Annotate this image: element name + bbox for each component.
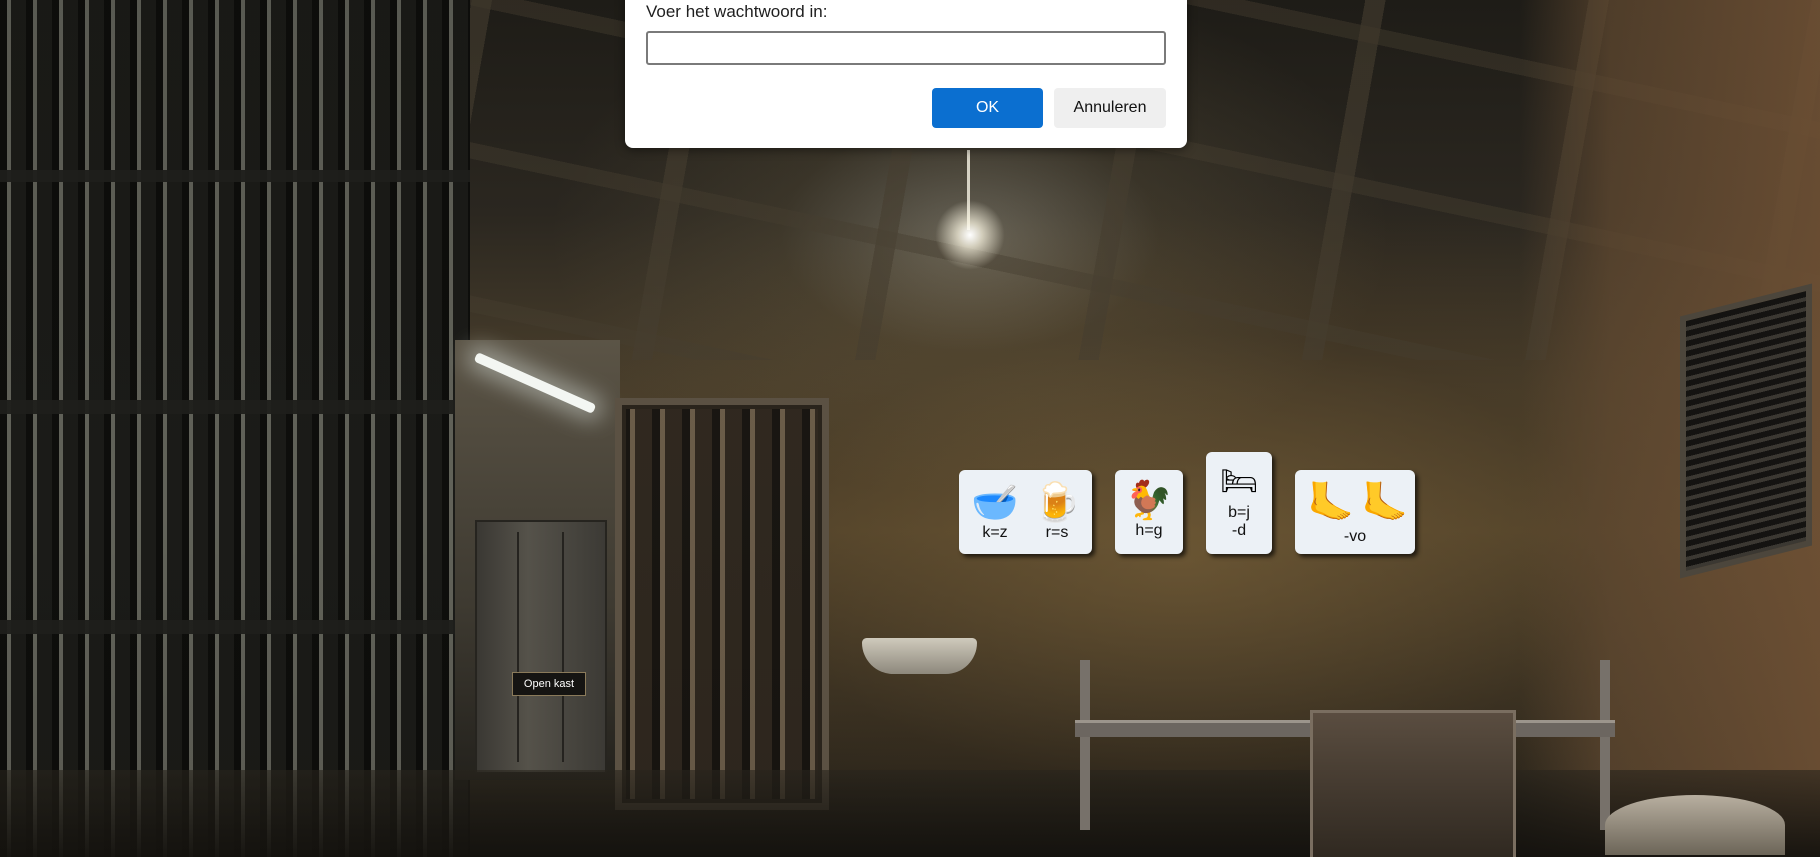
clue-item: 🐓 h=g (1121, 478, 1177, 540)
cabinet-door-seam (517, 532, 519, 762)
dialog-prompt: Voer het wachtwoord in: (646, 2, 828, 21)
sink (862, 638, 977, 674)
clue-label: -vo (1343, 528, 1367, 545)
beer-mug-icon: 🍺 (1033, 480, 1081, 524)
clue-card-2: 🐓 h=g (1115, 470, 1183, 554)
cabinet-door-seam (562, 532, 564, 762)
cabinet (475, 520, 607, 774)
bowl-with-spoon-icon: 🥣 (971, 480, 1019, 524)
medical-cart (1310, 710, 1516, 857)
foot-icon: 🦶 (1307, 480, 1355, 524)
clue-card-1: 🥣 k=z 🍺 r=s (959, 470, 1092, 554)
clue-card-4: 🦶 🦶 -vo (1295, 470, 1415, 554)
wall-vent (1680, 283, 1812, 579)
left-cell-frame (0, 0, 470, 857)
foot-icon: 🦶 (1361, 480, 1409, 524)
password-dialog: Voer het wachtwoord in: OK Annuleren (625, 0, 1187, 148)
password-input[interactable] (646, 31, 1166, 65)
open-cabinet-button[interactable]: Open kast (512, 672, 586, 696)
clue-item: 🛏 b=j -d (1211, 460, 1267, 540)
bed-leg (1600, 660, 1610, 830)
bed-leg (1080, 660, 1090, 830)
rooster-icon: 🐓 (1125, 478, 1173, 522)
clue-card-3: 🛏 b=j -d (1206, 452, 1272, 554)
bed-icon: 🛏 (1219, 464, 1259, 499)
clue-label: r=s (1045, 524, 1069, 541)
floor (0, 770, 1820, 857)
ceiling-light-bulb (935, 200, 1005, 270)
clue-label: k=z (982, 524, 1008, 541)
clue-item: 🍺 r=s (1029, 480, 1085, 542)
cell-door (615, 398, 829, 810)
clue-label: h=g (1135, 522, 1163, 539)
clue-item: 🥣 k=z (967, 480, 1023, 542)
ok-button[interactable]: OK (932, 88, 1043, 128)
toilet (1605, 795, 1785, 855)
clue-label: b=j -d (1228, 504, 1250, 539)
cancel-button[interactable]: Annuleren (1054, 88, 1166, 128)
